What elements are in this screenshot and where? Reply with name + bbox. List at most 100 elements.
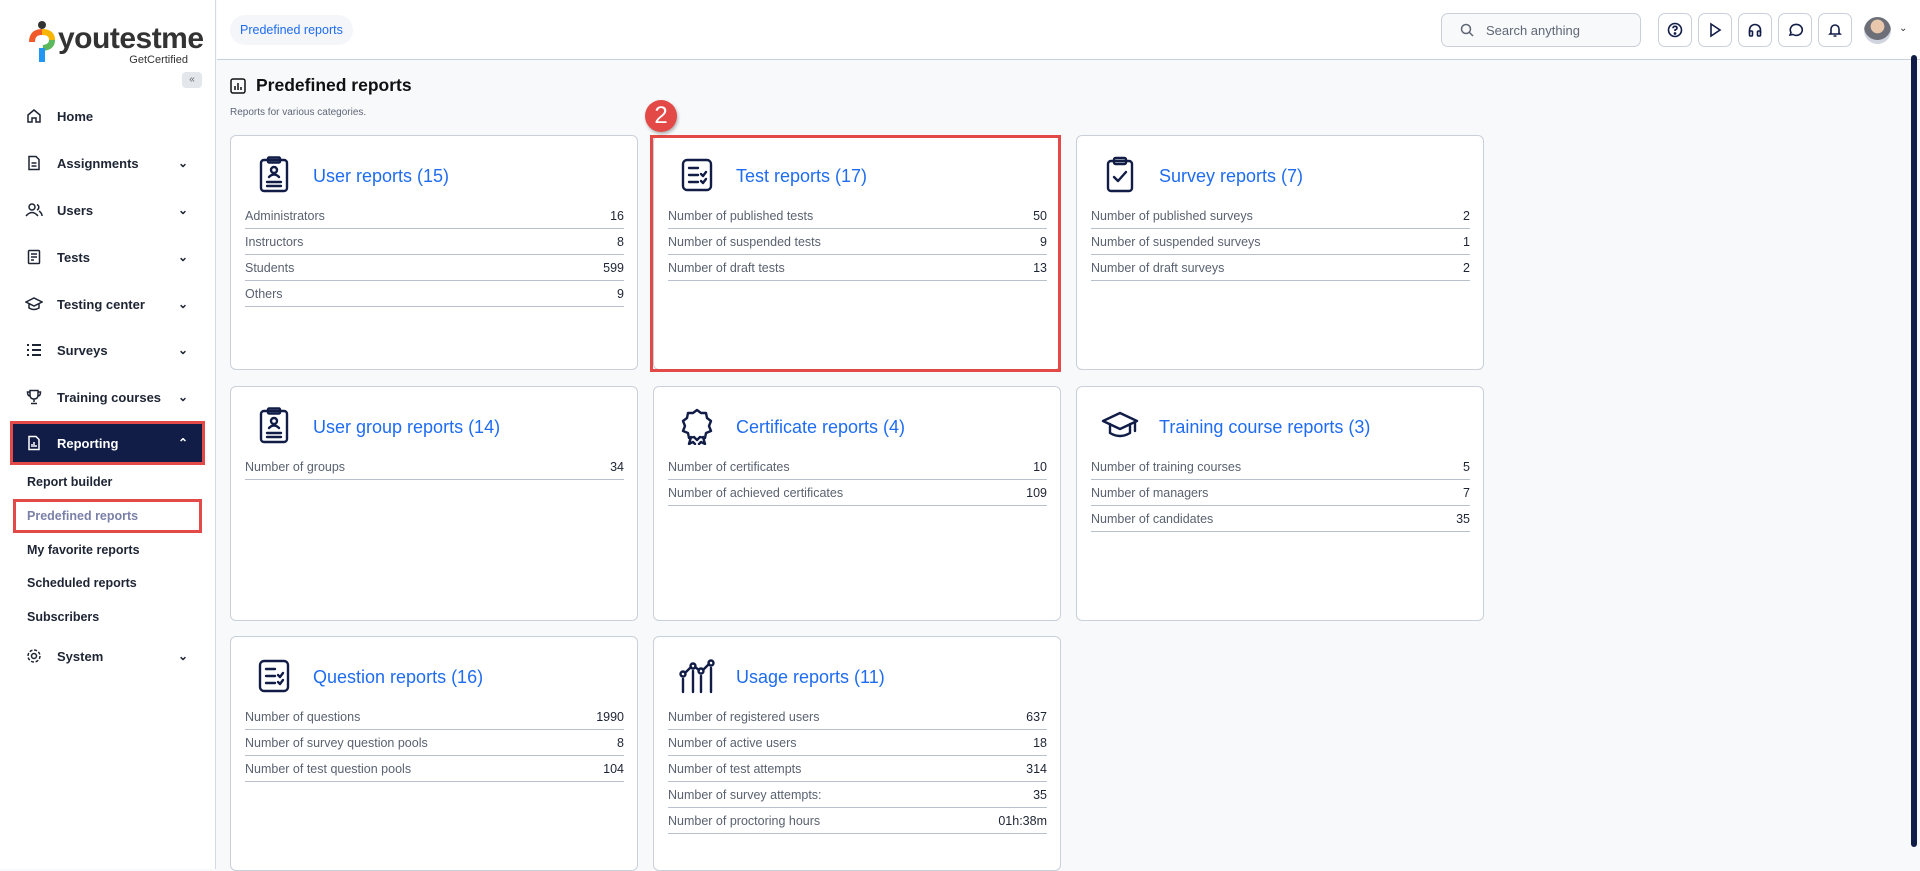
stat-row: Students599 xyxy=(245,255,624,281)
support-button[interactable] xyxy=(1738,13,1772,47)
search-icon xyxy=(1460,23,1474,37)
sidebar-item-testing-center[interactable]: Testing center ⌄ xyxy=(13,285,202,323)
scrollbar[interactable] xyxy=(1911,55,1917,847)
sidebar-item-tests[interactable]: Tests ⌄ xyxy=(13,238,202,276)
report-card[interactable]: User reports (15) Administrators 16 Instruc… xyxy=(230,135,638,370)
stat-value: 8 xyxy=(617,736,624,750)
stat-row: Number of suspended surveys 1 xyxy=(1091,229,1470,255)
sidebar-subitem-my-favorite-reports[interactable]: My favorite reports xyxy=(13,533,202,567)
stat-value: 18 xyxy=(1033,736,1047,750)
stat-value: 16 xyxy=(610,209,624,223)
logo-wordmark: youtestme xyxy=(58,22,204,56)
card-title[interactable]: User group reports (14) xyxy=(313,417,500,438)
trophy-icon xyxy=(25,388,43,406)
chevron-up-icon: ⌃ xyxy=(178,436,188,450)
collapse-sidebar-button[interactable]: « xyxy=(182,72,202,88)
stat-label: Administrators xyxy=(245,209,325,223)
search-input[interactable]: Search anything xyxy=(1441,13,1641,47)
sidebar-subitem-subscribers[interactable]: Subscribers xyxy=(13,600,202,634)
sidebar-item-reporting[interactable]: Reporting ⌃ xyxy=(13,424,202,462)
sidebar-item-surveys[interactable]: Surveys ⌄ xyxy=(13,331,202,369)
breadcrumb[interactable]: Predefined reports xyxy=(230,15,353,45)
logo[interactable]: youtestme GetCertified xyxy=(28,20,188,64)
sidebar-item-label: System xyxy=(57,649,103,664)
stat-label: Number of active users xyxy=(668,736,797,750)
graduation-icon xyxy=(25,295,43,313)
stat-label: Students xyxy=(245,261,294,275)
help-button[interactable] xyxy=(1658,13,1692,47)
stat-label: Number of candidates xyxy=(1091,512,1213,526)
help-icon xyxy=(1667,22,1683,38)
card-rows: Number of certificates10 Number of achiev… xyxy=(668,454,1047,506)
report-card[interactable]: Question reports (16) Number of questions… xyxy=(230,636,638,871)
page-subtitle: Reports for various categories. xyxy=(230,107,366,118)
stat-label: Number of suspended surveys xyxy=(1091,235,1261,249)
stat-label: Others xyxy=(245,287,283,301)
card-rows: Number of questions1990Number of survey … xyxy=(245,704,624,782)
stat-value: 5 xyxy=(1463,460,1470,474)
gear-icon xyxy=(25,647,43,665)
sidebar-item-label: Reporting xyxy=(57,436,118,451)
card-title[interactable]: Question reports (16) xyxy=(313,667,483,688)
stat-label: Number of published surveys xyxy=(1091,209,1253,223)
card-title[interactable]: Usage reports (11) xyxy=(736,667,885,688)
play-button[interactable] xyxy=(1698,13,1732,47)
top-bar: Predefined reports Search anything ⌄ xyxy=(217,0,1920,60)
stat-row: Number of draft surveys2 xyxy=(1091,255,1470,281)
card-title[interactable]: Survey reports (7) xyxy=(1159,166,1303,187)
stat-row: Number of questions1990 xyxy=(245,704,624,730)
sidebar-item-label: Training courses xyxy=(57,390,161,405)
highlight-box xyxy=(650,135,1061,372)
stat-label: Number of registered users xyxy=(668,710,819,724)
chevron-down-icon: ⌄ xyxy=(178,250,188,264)
stat-value: 35 xyxy=(1033,788,1047,802)
stat-value: 637 xyxy=(1026,710,1047,724)
headphones-icon xyxy=(1747,22,1763,38)
stat-label: Instructors xyxy=(245,235,303,249)
sidebar-item-label: Assignments xyxy=(57,156,139,171)
stat-value: 2 xyxy=(1463,209,1470,223)
stat-row: Number of test question pools104 xyxy=(245,756,624,782)
chevron-down-icon: ⌄ xyxy=(178,156,188,170)
stat-label: Number of managers xyxy=(1091,486,1208,500)
sidebar-item-users[interactable]: Users ⌄ xyxy=(13,191,202,229)
list-icon xyxy=(25,341,43,359)
sidebar-item-assignments[interactable]: Assignments ⌄ xyxy=(13,144,202,182)
card-title[interactable]: User reports (15) xyxy=(313,166,449,187)
chat-button[interactable] xyxy=(1778,13,1812,47)
sidebar-item-label: Tests xyxy=(57,250,90,265)
test-icon xyxy=(25,248,43,266)
sidebar-subitem-predefined-reports[interactable]: Predefined reports xyxy=(13,499,202,533)
sidebar-subitem-report-builder[interactable]: Report builder xyxy=(13,465,202,499)
sidebar-item-system[interactable]: System ⌄ xyxy=(13,637,202,675)
stat-row: Number of published surveys 2 xyxy=(1091,203,1470,229)
card-title[interactable]: Certificate reports (4) xyxy=(736,417,905,438)
report-card[interactable]: Usage reports (11) Number of registered u… xyxy=(653,636,1061,871)
stat-value: 2 xyxy=(1463,261,1470,275)
usage-report-icon xyxy=(678,657,716,695)
sidebar-item-training-courses[interactable]: Training courses ⌄ xyxy=(13,378,202,416)
report-card[interactable]: Training course reports (3)Number of tra… xyxy=(1076,386,1484,621)
stat-label: Number of groups xyxy=(245,460,345,474)
report-card[interactable]: Survey reports (7) Number of published su… xyxy=(1076,135,1484,370)
sidebar-item-home[interactable]: Home xyxy=(13,97,202,135)
sidebar-subitem-scheduled-reports[interactable]: Scheduled reports xyxy=(13,566,202,600)
card-rows: Number of registered users 637 Number of a… xyxy=(668,704,1047,834)
avatar[interactable] xyxy=(1864,17,1891,44)
stat-row: Number of proctoring hours01h:38m xyxy=(668,808,1047,834)
chevron-down-icon: ⌄ xyxy=(178,343,188,357)
card-title[interactable]: Training course reports (3) xyxy=(1159,417,1370,438)
stat-value: 8 xyxy=(617,235,624,249)
report-card[interactable]: User group reports (14)Number of groups3… xyxy=(230,386,638,621)
chevron-down-icon[interactable]: ⌄ xyxy=(1899,23,1907,34)
notifications-button[interactable] xyxy=(1818,13,1852,47)
page-title-text: Predefined reports xyxy=(256,75,412,96)
report-card[interactable]: Certificate reports (4) Number of certifi… xyxy=(653,386,1061,621)
chart-icon xyxy=(230,78,246,94)
report-icon xyxy=(25,434,43,452)
stat-row: Number of certificates10 xyxy=(668,454,1047,480)
stat-value: 1 xyxy=(1463,235,1470,249)
certificate-icon xyxy=(678,407,716,445)
stat-value: 01h:38m xyxy=(998,814,1047,828)
stat-label: Number of achieved certificates xyxy=(668,486,843,500)
